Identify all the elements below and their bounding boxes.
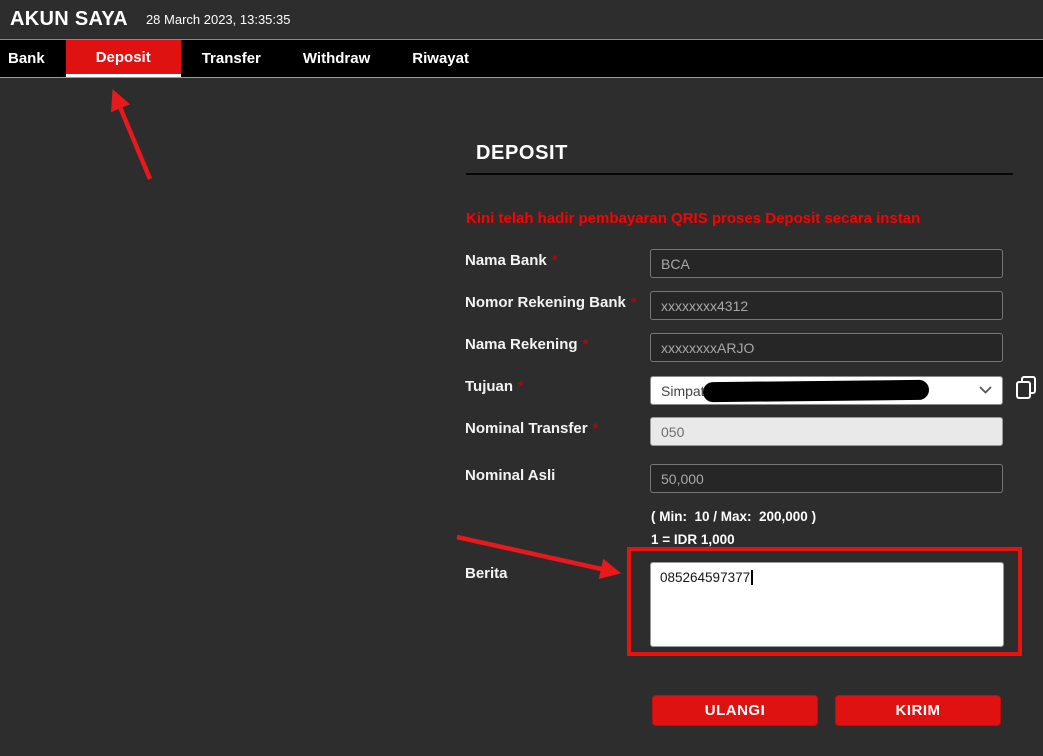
tab-deposit[interactable]: Deposit [66,40,181,77]
tab-withdraw[interactable]: Withdraw [282,40,391,77]
nama-bank-input[interactable] [650,249,1003,278]
label-text: Nominal Transfer [465,420,588,437]
conversion-rate-note: 1 = IDR 1,000 [651,532,735,547]
required-mark: * [593,420,599,437]
nominal-transfer-input[interactable] [650,417,1003,446]
arrow-to-deposit-tab [115,95,150,179]
label-text: Nomor Rekening Bank [465,294,626,311]
nominal-asli-input[interactable] [650,464,1003,493]
label-text: Berita [465,565,508,582]
label-text: Nama Rekening [465,336,578,353]
berita-label: Berita [465,565,508,582]
tab-bank[interactable]: Bank [0,40,66,77]
nama-rekening-input[interactable] [650,333,1003,362]
tab-riwayat[interactable]: Riwayat [391,40,490,77]
app-window: AKUN SAYA 28 March 2023, 13:35:35 Bank D… [0,0,1043,756]
app-title: AKUN SAYA [10,8,128,31]
kirim-button[interactable]: KIRIM [835,695,1001,726]
title-underline [466,173,1013,175]
ulangi-button[interactable]: ULANGI [652,695,818,726]
label-text: Nama Bank [465,252,547,269]
qris-promo-notice: Kini telah hadir pembayaran QRIS proses … [466,210,920,227]
redaction-blob [703,380,929,402]
required-mark: * [631,294,637,311]
required-mark: * [518,378,524,395]
page-title: DEPOSIT [476,142,568,165]
required-mark: * [552,252,558,269]
nama-bank-label: Nama Bank * [465,252,558,269]
copy-icon[interactable] [1012,374,1040,404]
min-max-note: ( Min: 10 / Max: 200,000 ) [651,509,816,524]
nominal-transfer-label: Nominal Transfer * [465,420,598,437]
tujuan-label: Tujuan * [465,378,524,395]
nav-bar: Bank Deposit Transfer Withdraw Riwayat [0,39,1043,78]
required-mark: * [583,336,589,353]
nomor-rekening-input[interactable] [650,291,1003,320]
label-text: Tujuan [465,378,513,395]
label-text: Nominal Asli [465,467,555,484]
tujuan-select[interactable]: Simpati - [650,376,1003,405]
nominal-asli-label: Nominal Asli [465,467,555,484]
header-bar: AKUN SAYA 28 March 2023, 13:35:35 [0,0,1043,39]
nomor-rekening-label: Nomor Rekening Bank * [465,294,637,311]
tab-transfer[interactable]: Transfer [181,40,282,77]
header-datetime: 28 March 2023, 13:35:35 [146,12,291,27]
nama-rekening-label: Nama Rekening * [465,336,588,353]
chevron-down-icon [979,386,992,395]
text-cursor [751,570,753,585]
berita-value: 085264597377 [660,570,750,585]
berita-textarea[interactable]: 085264597377 [650,562,1004,647]
